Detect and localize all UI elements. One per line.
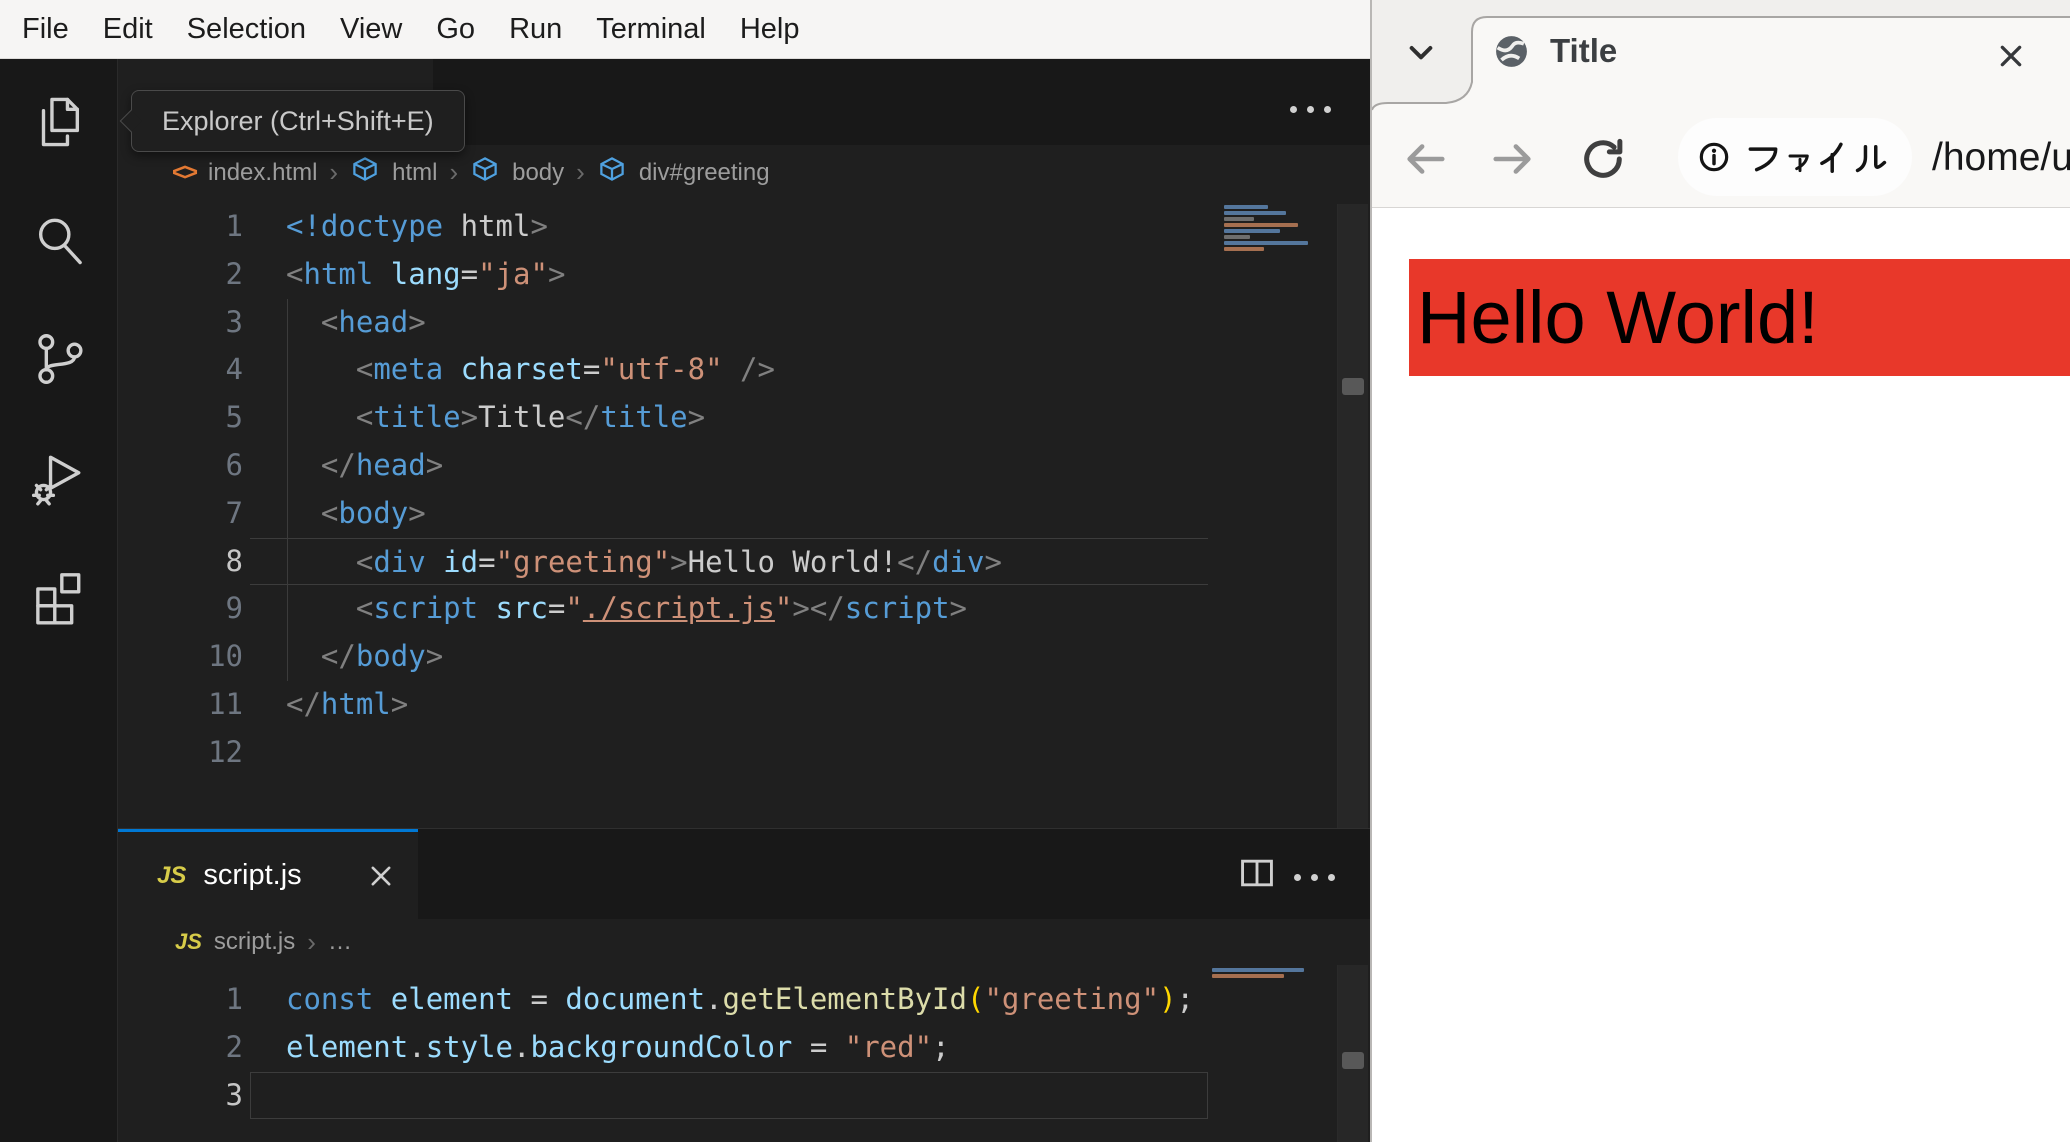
breadcrumb-file[interactable]: script.js: [214, 928, 295, 956]
tab-label: script.js: [203, 859, 302, 891]
browser-tab-title[interactable]: Title: [1550, 32, 1617, 70]
chevron-right-icon: ›: [307, 926, 316, 957]
editor-actions-more-icon[interactable]: [1290, 106, 1331, 113]
code-line: 7 <body>: [225, 495, 426, 530]
code-line: 5 <title>Title</title>: [225, 400, 706, 435]
back-button-icon[interactable]: [1402, 136, 1448, 187]
scrollbar-thumb[interactable]: [1342, 378, 1364, 395]
address-scheme-chip[interactable]: [1678, 118, 1912, 196]
js-file-icon: JS: [157, 861, 187, 889]
scrollbar-html[interactable]: [1337, 204, 1368, 828]
minimap-html[interactable]: [1224, 205, 1310, 253]
minimap-js[interactable]: [1212, 968, 1308, 980]
browser-viewport: Hello World!: [1372, 208, 2070, 1142]
code-line: 1 <!doctype html>: [225, 209, 548, 243]
browser-window: Title /home/u Hello World!: [1372, 0, 2070, 1142]
globe-icon: [1493, 33, 1530, 75]
close-tab-icon[interactable]: [367, 862, 395, 890]
code-line: 3 <head>: [225, 304, 426, 339]
extensions-icon[interactable]: [28, 565, 90, 627]
menu-view[interactable]: View: [340, 13, 402, 46]
scrollbar-thumb[interactable]: [1342, 1052, 1364, 1069]
menu-selection[interactable]: Selection: [187, 13, 306, 46]
breadcrumb-more[interactable]: …: [328, 928, 352, 956]
menu-go[interactable]: Go: [436, 13, 475, 46]
chevron-right-icon: ›: [576, 157, 585, 187]
editor-tab-bar-js: JS script.js: [118, 829, 1371, 919]
code-line: 3: [118, 1071, 1208, 1120]
code-line: 8 <div id="greeting">Hello World!</div>: [118, 537, 1208, 586]
menu-run[interactable]: Run: [509, 13, 562, 46]
breadcrumb-div-seg[interactable]: div#greeting: [639, 159, 770, 187]
vscode-menubar: File Edit Selection View Go Run Terminal…: [0, 0, 1371, 59]
code-line: 12: [208, 734, 243, 769]
code-editor-js[interactable]: 1 const element = document.getElementById…: [118, 976, 1208, 1120]
search-icon[interactable]: [28, 209, 90, 271]
split-editor-icon[interactable]: [1236, 852, 1278, 899]
code-editor-html[interactable]: 1 <!doctype html> 2 <html lang="ja"> 3 <head…: [118, 203, 1208, 777]
browser-header: Title /home/u: [1372, 0, 2070, 208]
tab-search-chevron-icon[interactable]: [1405, 36, 1437, 73]
symbol-cube-icon: [597, 154, 627, 191]
symbol-cube-icon: [470, 154, 500, 191]
menu-file[interactable]: File: [22, 13, 69, 46]
html-file-icon: <>: [172, 158, 198, 186]
run-and-debug-icon[interactable]: [28, 446, 90, 508]
tab-script-js[interactable]: JS script.js: [118, 829, 418, 919]
info-icon: [1699, 142, 1729, 172]
code-line: 10 </body>: [208, 639, 444, 674]
activity-bar: [0, 59, 118, 1142]
code-line: 6 </head>: [225, 447, 444, 482]
menu-edit[interactable]: Edit: [103, 13, 153, 46]
scrollbar-js[interactable]: [1337, 965, 1368, 1142]
reload-button-icon[interactable]: [1580, 136, 1626, 187]
code-line: 4 <meta charset="utf-8" />: [225, 352, 775, 387]
chevron-right-icon: ›: [449, 157, 459, 187]
breadcrumb-html: <> index.html › html › body › div#greeti…: [172, 145, 770, 200]
breadcrumb-html-seg[interactable]: html: [392, 159, 437, 187]
breadcrumb-body-seg[interactable]: body: [512, 159, 564, 187]
menu-terminal[interactable]: Terminal: [596, 13, 706, 46]
menu-help[interactable]: Help: [740, 13, 800, 46]
js-file-icon: JS: [175, 929, 202, 954]
panel-actions-more-icon[interactable]: [1294, 874, 1335, 881]
explorer-tooltip: Explorer (Ctrl+Shift+E): [119, 90, 465, 152]
address-url-text[interactable]: /home/u: [1932, 136, 2070, 180]
explorer-icon[interactable]: [28, 91, 90, 153]
code-line: 2 <html lang="ja">: [225, 256, 566, 291]
desktop: File Edit Selection View Go Run Terminal…: [0, 0, 2070, 1142]
forward-button-icon[interactable]: [1490, 136, 1536, 187]
address-chip-glyphs: [1744, 138, 1890, 176]
code-line: 11 </html>: [208, 686, 409, 721]
close-tab-icon[interactable]: [1998, 43, 2024, 69]
symbol-cube-icon: [350, 154, 380, 191]
chevron-right-icon: ›: [329, 157, 339, 187]
breadcrumb-js: JS script.js › …: [175, 919, 352, 965]
breadcrumb-file[interactable]: index.html: [208, 159, 317, 187]
tooltip-text: Explorer (Ctrl+Shift+E): [162, 106, 434, 136]
code-line: 2 element.style.backgroundColor = "red";: [225, 1029, 950, 1064]
source-control-icon[interactable]: [28, 328, 90, 390]
code-line: 9 <script src="./script.js"></script>: [225, 591, 968, 626]
greeting-div: Hello World!: [1409, 259, 2070, 376]
indent-guide: [287, 299, 288, 681]
code-line: 1 const element = document.getElementById…: [225, 982, 1194, 1016]
